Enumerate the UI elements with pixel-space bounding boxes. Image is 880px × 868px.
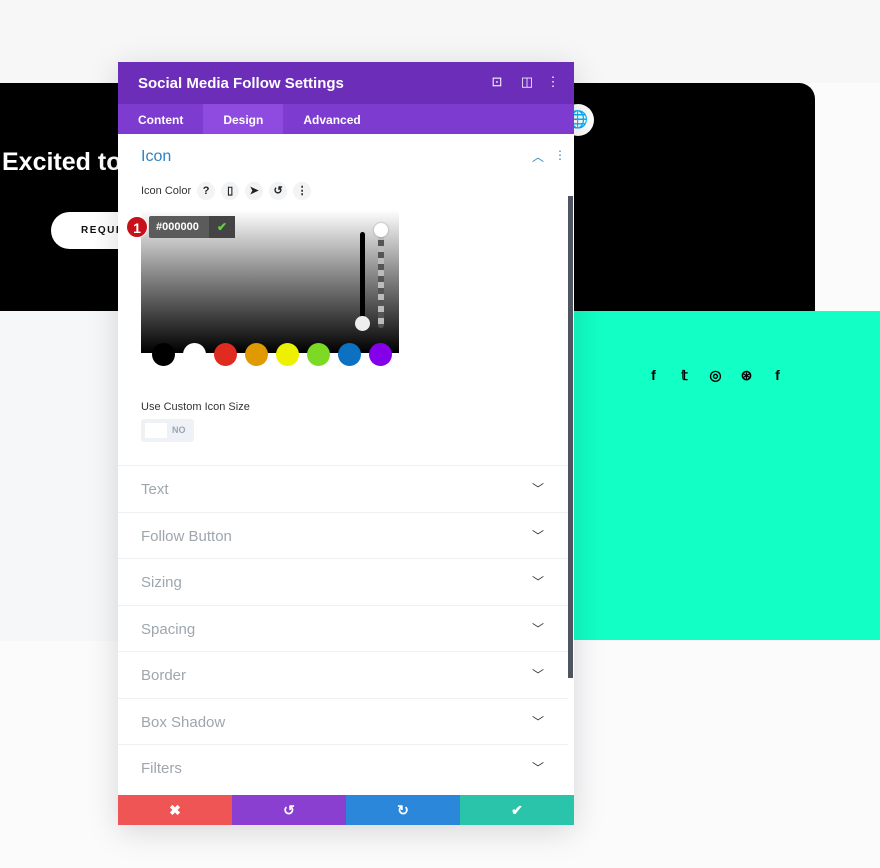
tab-design[interactable]: Design — [203, 104, 284, 134]
more-icon[interactable]: ⋮ — [293, 182, 312, 200]
chevron-up-icon[interactable]: ︿ — [532, 148, 544, 165]
reset-icon[interactable]: ↺ — [269, 182, 288, 200]
color-swatch[interactable] — [276, 343, 299, 366]
instagram-icon[interactable]: ◎ — [707, 367, 724, 384]
save-button[interactable]: ✔ — [460, 795, 574, 825]
cancel-button[interactable]: ✖ — [118, 795, 232, 825]
custom-icon-size-label: Use Custom Icon Size — [141, 401, 250, 413]
panel-tabs: Content Design Advanced — [118, 104, 574, 134]
hex-value: #000000 — [156, 221, 199, 233]
opacity-slider[interactable] — [378, 228, 384, 328]
chevron-down-icon[interactable]: ﹀ — [532, 620, 544, 637]
settings-group[interactable]: Border ﹀ — [118, 651, 568, 698]
more-options-icon[interactable]: ⋮ — [545, 74, 561, 90]
settings-group[interactable]: Text ﹀ — [118, 465, 568, 512]
settings-group[interactable]: Follow Button ﹀ — [118, 511, 568, 559]
step-badge: 1 — [126, 216, 148, 238]
chevron-down-icon[interactable]: ﹀ — [532, 666, 544, 683]
color-swatch[interactable] — [369, 343, 392, 366]
settings-group[interactable]: Box Shadow ﹀ — [118, 697, 568, 745]
undo-button[interactable]: ↺ — [232, 795, 346, 825]
settings-group[interactable]: Sizing ﹀ — [118, 558, 568, 605]
scrollbar[interactable] — [568, 196, 573, 678]
custom-icon-size-toggle[interactable]: NO — [141, 419, 194, 442]
color-swatch[interactable] — [183, 343, 206, 366]
social-follow-module: f 𝕥 ◎ ⊛ f — [645, 367, 786, 384]
group-label: Border — [141, 667, 187, 684]
panel-title: Social Media Follow Settings — [138, 75, 344, 92]
facebook-icon[interactable]: f — [769, 367, 786, 384]
settings-panel: Social Media Follow Settings ⊡ ◫ ⋮ Conte… — [118, 62, 574, 825]
hue-slider-handle[interactable] — [355, 316, 370, 331]
panel-header: Social Media Follow Settings ⊡ ◫ ⋮ — [118, 62, 574, 104]
color-swatch[interactable] — [214, 343, 237, 366]
mobile-icon[interactable]: ▯ — [221, 182, 240, 200]
chevron-down-icon[interactable]: ﹀ — [532, 713, 544, 730]
redo-button[interactable]: ↻ — [346, 795, 460, 825]
fullscreen-icon[interactable]: ⊡ — [489, 74, 505, 90]
hex-input[interactable]: #000000 ✔ — [149, 216, 235, 238]
opacity-slider-handle[interactable] — [374, 223, 388, 237]
color-picker[interactable]: 1 #000000 ✔ — [126, 210, 399, 353]
group-label: Box Shadow — [141, 713, 226, 731]
check-icon: ✔ — [511, 802, 523, 818]
icon-color-label: Icon Color — [141, 185, 192, 197]
color-swatch[interactable] — [245, 343, 268, 366]
help-icon[interactable]: ? — [197, 182, 216, 200]
cursor-icon[interactable]: ➤ — [245, 182, 264, 200]
group-label: Sizing — [141, 574, 182, 591]
settings-group[interactable]: Filters ﹀ — [118, 744, 568, 791]
chevron-down-icon[interactable]: ﹀ — [532, 759, 544, 776]
close-icon: ✖ — [169, 802, 181, 818]
section-more-icon[interactable]: ⋮ — [554, 148, 566, 162]
facebook-icon[interactable]: f — [645, 367, 662, 384]
group-label: Filters — [141, 760, 182, 777]
tab-content[interactable]: Content — [118, 104, 203, 134]
toggle-value: NO — [172, 425, 186, 435]
group-label: Text — [141, 481, 169, 498]
dribbble-icon[interactable]: ⊛ — [738, 367, 755, 384]
panel-footer: ✖ ↺ ↻ ✔ — [118, 795, 574, 825]
color-swatch[interactable] — [152, 343, 175, 366]
chevron-down-icon[interactable]: ﹀ — [532, 480, 544, 497]
undo-icon: ↺ — [283, 802, 295, 818]
color-swatch[interactable] — [307, 343, 330, 366]
color-swatch[interactable] — [338, 343, 361, 366]
split-view-icon[interactable]: ◫ — [519, 74, 535, 90]
color-swatches — [152, 343, 392, 366]
icon-color-row: Icon Color ? ▯ ➤ ↺ ⋮ — [141, 182, 312, 200]
group-label: Spacing — [141, 620, 196, 638]
hero-title: Excited to — [2, 148, 122, 176]
chevron-down-icon[interactable]: ﹀ — [532, 573, 544, 590]
social-section — [574, 311, 880, 640]
redo-icon: ↻ — [397, 802, 409, 818]
chevron-down-icon[interactable]: ﹀ — [532, 527, 544, 544]
twitter-icon[interactable]: 𝕥 — [676, 367, 693, 384]
check-icon[interactable]: ✔ — [209, 216, 235, 238]
section-title[interactable]: Icon — [141, 148, 171, 166]
hue-slider[interactable] — [360, 232, 365, 327]
tab-advanced[interactable]: Advanced — [283, 104, 380, 134]
group-label: Follow Button — [141, 527, 232, 545]
toggle-knob — [145, 423, 167, 438]
settings-group[interactable]: Spacing ﹀ — [118, 604, 568, 652]
